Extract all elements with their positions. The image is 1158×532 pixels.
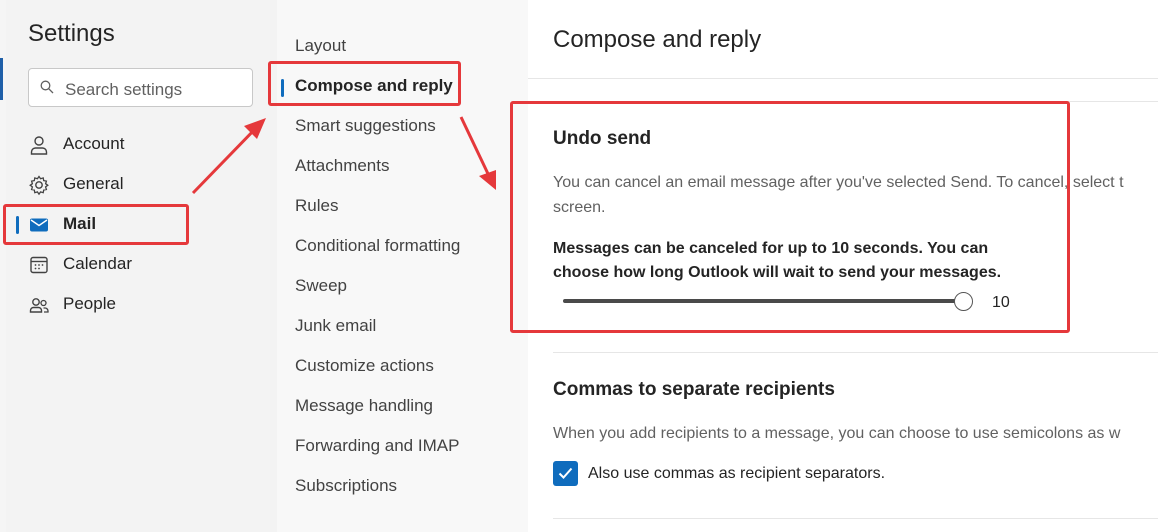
commas-checkbox-label: Also use commas as recipient separators. (588, 465, 886, 482)
person-icon (30, 136, 48, 155)
main-content: Compose and reply Undo send You can canc… (528, 0, 1158, 532)
background-accent (0, 58, 3, 100)
gear-icon (29, 175, 49, 196)
subnav-item-rules[interactable]: Rules (277, 189, 528, 225)
subnav-label: Conditional formatting (295, 236, 461, 255)
commas-checkbox[interactable] (553, 461, 578, 486)
calendar-icon (30, 256, 48, 274)
subnav-item-junk-email[interactable]: Junk email (277, 309, 528, 345)
undo-send-description-cont: screen. (553, 199, 606, 216)
nav-item-calendar[interactable]: Calendar (6, 246, 277, 282)
nav-item-general[interactable]: General (6, 166, 277, 202)
settings-sidebar: Settings Search settings Account General… (6, 0, 277, 532)
subnav-label: Message handling (295, 396, 433, 415)
subnav-item-sweep[interactable]: Sweep (277, 269, 528, 305)
checkmark-icon (558, 467, 573, 479)
subnav-label: Forwarding and IMAP (295, 436, 460, 455)
subnav-item-message-handling[interactable]: Message handling (277, 389, 528, 425)
subnav-item-customize-actions[interactable]: Customize actions (277, 349, 528, 385)
nav-label-mail: Mail (63, 214, 97, 233)
nav-label-people: People (63, 294, 116, 313)
section-divider (553, 101, 1158, 102)
mail-settings-subnav: Layout Compose and reply Smart suggestio… (277, 0, 528, 532)
nav-item-mail[interactable]: Mail (6, 206, 277, 242)
subnav-item-forwarding-and-imap[interactable]: Forwarding and IMAP (277, 429, 528, 465)
nav-item-people[interactable]: People (6, 286, 277, 322)
nav-label-account: Account (63, 134, 125, 153)
slider-thumb[interactable] (954, 292, 973, 311)
nav-label-calendar: Calendar (63, 254, 132, 273)
active-indicator (281, 79, 284, 97)
subnav-item-compose-and-reply[interactable]: Compose and reply (277, 69, 528, 105)
subnav-label: Attachments (295, 156, 390, 175)
subnav-label: Compose and reply (295, 76, 453, 95)
section-divider (553, 352, 1158, 353)
nav-item-account[interactable]: Account (6, 126, 277, 162)
mail-icon (30, 218, 48, 232)
nav-label-general: General (63, 174, 124, 193)
search-placeholder: Search settings (65, 80, 183, 99)
slider-value: 10 (992, 294, 1010, 311)
active-indicator (16, 216, 19, 234)
page-title: Compose and reply (553, 26, 762, 53)
people-icon (29, 298, 49, 313)
slider-track (563, 299, 963, 303)
title-divider (528, 78, 1158, 79)
undo-send-info-cont: choose how long Outlook will wait to sen… (553, 264, 1002, 281)
search-settings-input[interactable]: Search settings (28, 68, 253, 107)
subnav-label: Rules (295, 196, 339, 215)
subnav-label: Customize actions (295, 356, 434, 375)
undo-send-slider[interactable] (563, 292, 973, 312)
settings-title: Settings (28, 20, 115, 47)
subnav-item-subscriptions[interactable]: Subscriptions (277, 469, 528, 505)
subnav-item-conditional-formatting[interactable]: Conditional formatting (277, 229, 528, 265)
subnav-item-smart-suggestions[interactable]: Smart suggestions (277, 109, 528, 145)
undo-send-title: Undo send (553, 128, 652, 149)
subnav-label: Smart suggestions (295, 116, 436, 135)
subnav-item-layout[interactable]: Layout (277, 29, 528, 65)
commas-description: When you add recipients to a message, yo… (553, 425, 1121, 442)
subnav-label: Sweep (295, 276, 347, 295)
section-divider (553, 518, 1158, 519)
undo-send-description: You can cancel an email message after yo… (553, 174, 1124, 191)
undo-send-info: Messages can be canceled for up to 10 se… (553, 240, 989, 257)
subnav-label: Subscriptions (295, 476, 398, 495)
search-icon (40, 80, 54, 94)
commas-title: Commas to separate recipients (553, 379, 835, 400)
subnav-item-attachments[interactable]: Attachments (277, 149, 528, 185)
subnav-label: Junk email (295, 316, 377, 335)
subnav-label: Layout (295, 36, 347, 55)
